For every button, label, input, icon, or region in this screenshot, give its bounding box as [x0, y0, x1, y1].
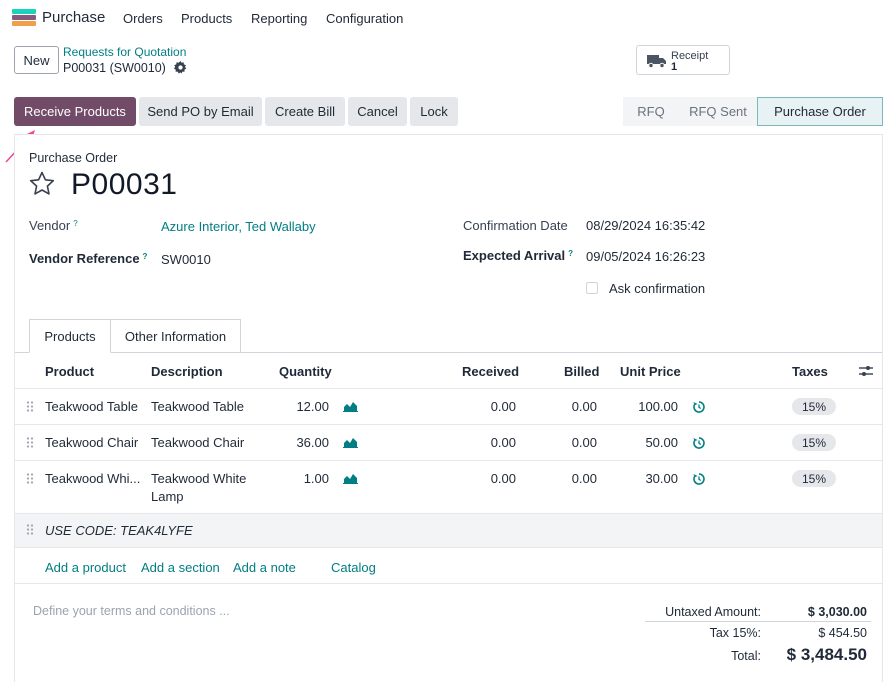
receive-products-button[interactable]: Receive Products [14, 97, 136, 126]
drag-handle-icon[interactable] [26, 473, 34, 484]
expected-arrival-label: Expected Arrival? [463, 248, 574, 263]
row-received: 0.00 [490, 399, 516, 414]
row-divider [15, 583, 882, 584]
price-history-icon[interactable] [693, 473, 705, 485]
row-quantity: 36.00 [296, 435, 329, 450]
tax-value: $ 454.50 [818, 626, 867, 640]
drag-handle-icon[interactable] [26, 437, 34, 448]
row-billed: 0.00 [571, 471, 597, 486]
row-product: Teakwood Whi... [45, 471, 141, 486]
breadcrumb-rfq-link[interactable]: Requests for Quotation [63, 45, 186, 59]
form-type-label: Purchase Order [29, 151, 118, 165]
row-description-line2: Lamp [151, 489, 184, 504]
confirmation-date-field[interactable]: 08/29/2024 16:35:42 [586, 218, 705, 233]
order-name: P00031 [71, 168, 178, 201]
total-value: $ 3,484.50 [786, 645, 867, 664]
menu-products[interactable]: Products [181, 11, 232, 26]
row-quantity: 1.00 [303, 471, 329, 486]
row-description: Teakwood White [151, 471, 247, 486]
price-history-icon[interactable] [693, 401, 705, 413]
vendor-label: Vendor? [29, 218, 78, 233]
col-quantity[interactable]: Quantity [279, 364, 332, 379]
vendor-help-icon[interactable]: ? [73, 219, 77, 228]
tax-badge[interactable]: 15% [792, 470, 836, 487]
row-divider [15, 424, 882, 425]
row-divider [15, 547, 882, 548]
menu-reporting[interactable]: Reporting [251, 11, 307, 26]
row-unit-price: 30.00 [645, 471, 678, 486]
send-po-email-button[interactable]: Send PO by Email [139, 97, 262, 126]
vendor-reference-field[interactable]: SW0010 [161, 252, 211, 267]
forecast-chart-icon[interactable] [343, 400, 358, 412]
row-product: Teakwood Table [45, 399, 138, 414]
vendor-reference-help-icon[interactable]: ? [143, 252, 148, 261]
create-bill-button[interactable]: Create Bill [265, 97, 345, 126]
col-taxes[interactable]: Taxes [792, 364, 828, 379]
vendor-reference-label: Vendor Reference? [29, 251, 148, 266]
forecast-chart-icon[interactable] [343, 436, 358, 448]
tab-other-information[interactable]: Other Information [110, 319, 241, 353]
cancel-button[interactable]: Cancel [348, 97, 407, 126]
status-rfq-sent[interactable]: RFQ Sent [679, 97, 757, 126]
col-received[interactable]: Received [462, 364, 519, 379]
form-sheet [14, 134, 883, 682]
catalog-link[interactable]: Catalog [331, 560, 376, 575]
lock-button[interactable]: Lock [410, 97, 458, 126]
receipt-count: 1 [671, 61, 678, 73]
status-bar: RFQ RFQ Sent Purchase Order [623, 97, 883, 126]
star-icon[interactable] [28, 170, 56, 198]
terms-and-conditions-field[interactable]: Define your terms and conditions ... [33, 604, 230, 618]
forecast-chart-icon[interactable] [343, 472, 358, 484]
breadcrumb-record: P00031 (SW0010) [63, 61, 166, 75]
col-billed[interactable]: Billed [564, 364, 599, 379]
col-product[interactable]: Product [45, 364, 94, 379]
new-button[interactable]: New [14, 46, 59, 74]
untaxed-amount-label: Untaxed Amount: [665, 605, 761, 619]
vendor-field[interactable]: Azure Interior, Ted Wallaby [161, 219, 316, 234]
untaxed-amount-value: $ 3,030.00 [807, 605, 867, 619]
tab-products[interactable]: Products [29, 319, 111, 353]
purchase-app-icon[interactable] [12, 9, 36, 26]
status-purchase-order[interactable]: Purchase Order [757, 97, 883, 126]
column-settings-icon[interactable] [859, 365, 873, 377]
top-navbar: Purchase Orders Products Reporting Confi… [0, 0, 883, 36]
row-received: 0.00 [490, 471, 516, 486]
row-unit-price: 100.00 [638, 399, 678, 414]
receipt-smart-button[interactable]: Receipt 1 [636, 45, 730, 75]
totals-divider [645, 621, 871, 622]
tax-badge[interactable]: 15% [792, 434, 836, 451]
gear-icon[interactable] [174, 61, 187, 74]
row-product: Teakwood Chair [45, 435, 139, 450]
row-divider [15, 388, 882, 389]
tax-badge[interactable]: 15% [792, 398, 836, 415]
row-unit-price: 50.00 [645, 435, 678, 450]
row-description: Teakwood Table [151, 399, 244, 414]
expected-arrival-field[interactable]: 09/05/2024 16:26:23 [586, 249, 705, 264]
price-history-icon[interactable] [693, 437, 705, 449]
status-rfq[interactable]: RFQ [623, 97, 679, 126]
col-description[interactable]: Description [151, 364, 223, 379]
drag-handle-icon[interactable] [26, 524, 34, 535]
ask-confirmation-checkbox[interactable] [586, 282, 598, 294]
menu-configuration[interactable]: Configuration [326, 11, 403, 26]
app-name[interactable]: Purchase [42, 9, 105, 26]
note-text: USE CODE: TEAK4LYFE [45, 523, 193, 538]
truck-icon [647, 55, 666, 68]
confirmation-date-label: Confirmation Date [463, 218, 568, 233]
add-product-link[interactable]: Add a product [45, 560, 126, 575]
row-description: Teakwood Chair [151, 435, 245, 450]
row-quantity: 12.00 [296, 399, 329, 414]
drag-handle-icon[interactable] [26, 401, 34, 412]
row-divider [15, 460, 882, 461]
col-unit-price[interactable]: Unit Price [620, 364, 681, 379]
menu-orders[interactable]: Orders [123, 11, 163, 26]
row-billed: 0.00 [571, 435, 597, 450]
row-billed: 0.00 [571, 399, 597, 414]
add-note-link[interactable]: Add a note [233, 560, 296, 575]
ask-confirmation-label: Ask confirmation [609, 281, 706, 296]
expected-arrival-help-icon[interactable]: ? [568, 249, 573, 258]
tax-label: Tax 15%: [709, 626, 761, 640]
add-section-link[interactable]: Add a section [141, 560, 220, 575]
row-received: 0.00 [490, 435, 516, 450]
